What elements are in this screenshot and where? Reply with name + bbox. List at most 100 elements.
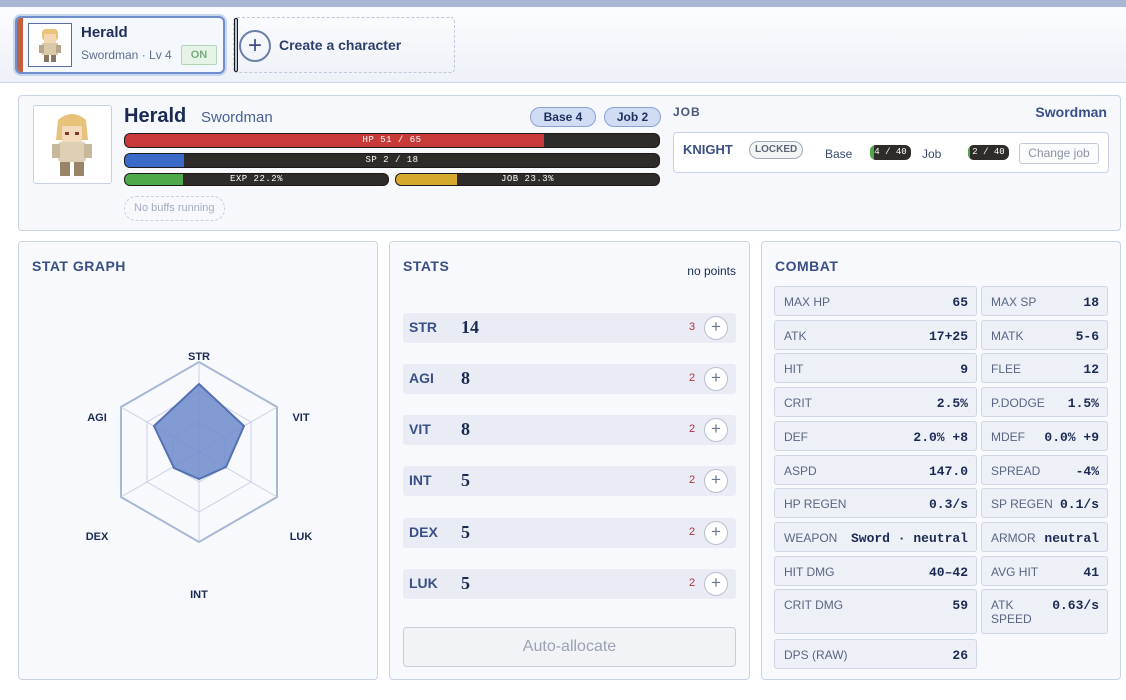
combat-stat-label: P.DODGE xyxy=(991,396,1045,410)
combat-stat-label: ARMOR xyxy=(991,531,1036,545)
stat-cost: 2 xyxy=(689,423,696,435)
increase-luk-button[interactable]: + xyxy=(704,572,728,596)
plus-icon: + xyxy=(239,30,271,62)
combat-stat-crit: CRIT 2.5% xyxy=(774,387,977,417)
stat-row-luk: LUK 5 2 + xyxy=(403,569,736,599)
combat-stat-armor: ARMOR neutral xyxy=(981,522,1108,552)
combat-stat-value: 0.1/s xyxy=(1059,497,1099,512)
increase-agi-button[interactable]: + xyxy=(704,367,728,391)
base-requirement-label: Base xyxy=(825,147,853,161)
job-level-badge: Job 2 xyxy=(604,107,661,127)
stat-row-str: STR 14 3 + xyxy=(403,313,736,343)
create-tab-stripe xyxy=(234,18,238,72)
character-portrait xyxy=(33,105,112,184)
base-exp-bar: EXP 22.2% xyxy=(124,173,389,186)
combat-stat-value: 147.0 xyxy=(928,464,968,479)
increase-vit-button[interactable]: + xyxy=(704,418,728,442)
combat-stat-max-hp: MAX HP 65 xyxy=(774,286,977,316)
character-tab-herald[interactable]: Herald Swordman · Lv 4 ON xyxy=(15,16,225,74)
combat-stat-atk-speed: ATK SPEED 0.63/s xyxy=(981,589,1108,634)
current-job: Swordman xyxy=(1035,104,1107,120)
combat-stat-sp-regen: SP REGEN 0.1/s xyxy=(981,488,1108,518)
stats-title: STATS xyxy=(403,258,450,274)
combat-stat-label: ATK SPEED xyxy=(991,598,1032,626)
stat-cost: 3 xyxy=(689,321,696,333)
character-header-panel: Herald Swordman Base 4 Job 2 HP 51 / 65 … xyxy=(18,95,1121,231)
axis-label-str: STR xyxy=(188,351,210,363)
stat-value: 8 xyxy=(461,368,470,388)
combat-stat-value: 1.5% xyxy=(1067,396,1099,411)
job-requirement-text: 2 / 40 xyxy=(972,147,1005,157)
tab-character-name: Herald xyxy=(81,24,128,41)
combat-stat-value: 9 xyxy=(960,362,968,377)
combat-stat-label: DPS (RAW) xyxy=(784,648,848,662)
change-job-button[interactable]: Change job xyxy=(1019,143,1099,164)
combat-title: COMBAT xyxy=(775,258,839,274)
exp-text: EXP 22.2% xyxy=(229,174,284,184)
combat-stat-value: 40–42 xyxy=(928,565,968,580)
combat-stat-value: 65 xyxy=(952,295,968,310)
axis-label-vit: VIT xyxy=(292,412,309,424)
combat-stat-value: 0.0% +9 xyxy=(1044,430,1099,445)
combat-stat-matk: MATK 5-6 xyxy=(981,320,1108,350)
character-tab-bar: Herald Swordman · Lv 4 ON + Create a cha… xyxy=(0,7,1126,83)
combat-stat-value: -4% xyxy=(1075,464,1099,479)
stat-key: DEX xyxy=(409,524,438,540)
combat-stat-label: HIT DMG xyxy=(784,565,835,579)
character-thumbnail-icon xyxy=(28,23,72,67)
stat-key: INT xyxy=(409,472,432,488)
tab-color-stripe xyxy=(17,18,23,72)
stats-panel: STATS no points STR 14 3 + AGI 8 2 + VIT 8 2 + IN… xyxy=(389,241,750,680)
combat-stat-label: MAX SP xyxy=(991,295,1037,309)
hp-text: HP 51 / 65 xyxy=(362,135,422,145)
stat-cost: 2 xyxy=(689,526,696,538)
combat-stat-dps-raw-: DPS (RAW) 26 xyxy=(774,639,977,669)
job-advancement-box: KNIGHT LOCKED Base 4 / 40 Job 2 / 40 Cha… xyxy=(673,132,1109,173)
base-level-badge: Base 4 xyxy=(530,107,596,127)
combat-stat-label: ATK xyxy=(784,329,807,343)
combat-stat-value: 59 xyxy=(952,598,968,613)
base-requirement-text: 4 / 40 xyxy=(874,147,907,157)
combat-stat-value: 18 xyxy=(1083,295,1099,310)
combat-stat-value: 12 xyxy=(1083,362,1099,377)
combat-stat-label: CRIT DMG xyxy=(784,598,844,612)
increase-dex-button[interactable]: + xyxy=(704,521,728,545)
combat-stat-label: HP REGEN xyxy=(784,497,847,511)
combat-stat-value: 5-6 xyxy=(1075,329,1099,344)
combat-stat-label: SPREAD xyxy=(991,464,1041,478)
combat-stat-label: SP REGEN xyxy=(991,497,1053,511)
combat-stat-max-sp: MAX SP 18 xyxy=(981,286,1108,316)
combat-stat-weapon: WEAPON Sword · neutral xyxy=(774,522,977,552)
stat-value: 5 xyxy=(461,573,470,593)
axis-label-int: INT xyxy=(190,589,208,601)
job-exp-text: JOB 23.3% xyxy=(500,174,555,184)
combat-stat-value: 41 xyxy=(1083,565,1099,580)
combat-stat-value: 26 xyxy=(952,648,968,663)
next-job-name: KNIGHT xyxy=(683,142,733,157)
stat-key: LUK xyxy=(409,575,438,591)
stat-points-remaining: no points xyxy=(687,264,736,278)
combat-stat-hp-regen: HP REGEN 0.3/s xyxy=(774,488,977,518)
job-section-label: JOB xyxy=(673,105,701,119)
job-exp-bar: JOB 23.3% xyxy=(395,173,660,186)
radar-stat-shape xyxy=(152,382,246,481)
stat-cost: 2 xyxy=(689,372,696,384)
create-character-button[interactable]: + Create a character xyxy=(233,17,455,73)
combat-stat-spread: SPREAD -4% xyxy=(981,455,1108,485)
axis-label-luk: LUK xyxy=(290,531,313,543)
stat-graph-panel: STAT GRAPH STR VIT LUK INT DEX AGI xyxy=(18,241,378,680)
increase-str-button[interactable]: + xyxy=(704,316,728,340)
combat-stat-label: FLEE xyxy=(991,362,1022,376)
window-top-band xyxy=(0,0,1126,7)
axis-label-dex: DEX xyxy=(86,531,109,543)
stat-value: 5 xyxy=(461,470,470,490)
combat-stat-label: AVG HIT xyxy=(991,565,1039,579)
stat-key: AGI xyxy=(409,370,434,386)
auto-allocate-button[interactable]: Auto-allocate xyxy=(403,627,736,667)
combat-stat-crit-dmg: CRIT DMG 59 xyxy=(774,589,977,634)
stat-cost: 2 xyxy=(689,577,696,589)
combat-stat-value: 2.0% +8 xyxy=(913,430,968,445)
active-status-badge: ON xyxy=(181,45,217,65)
combat-stat-mdef: MDEF 0.0% +9 xyxy=(981,421,1108,451)
increase-int-button[interactable]: + xyxy=(704,469,728,493)
